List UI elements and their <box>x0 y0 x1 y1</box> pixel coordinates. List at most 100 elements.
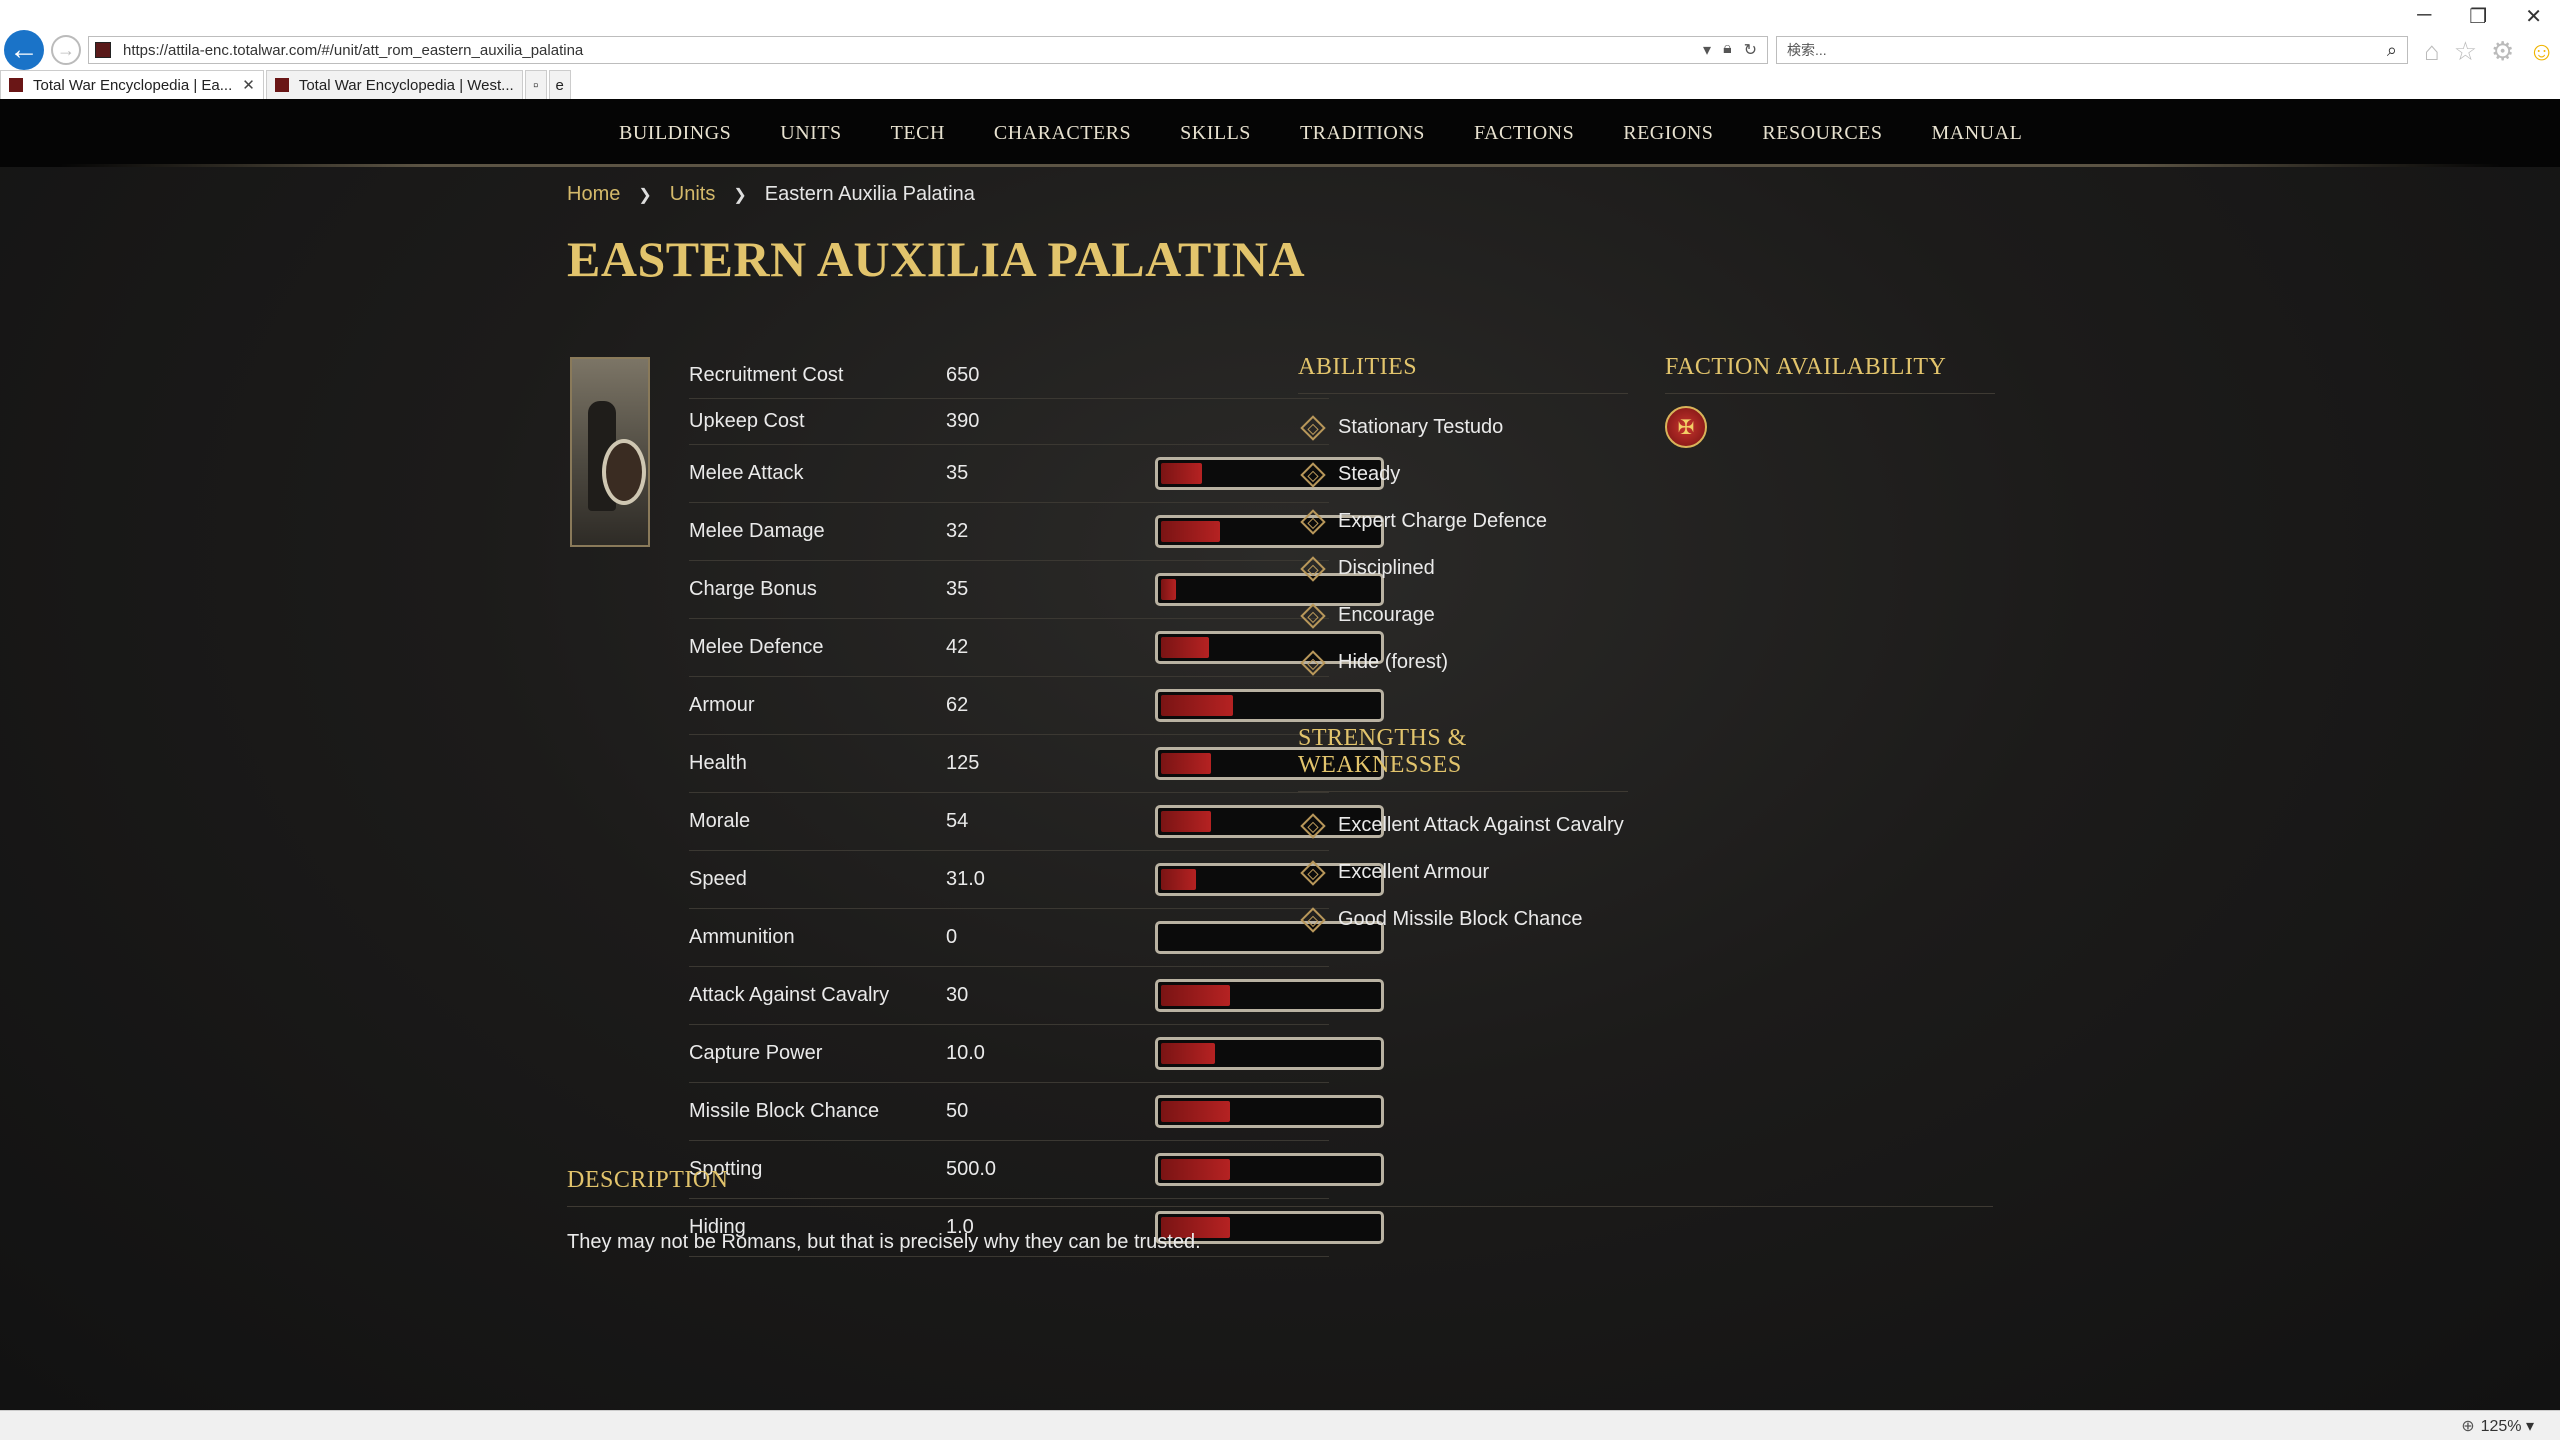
nav-tech[interactable]: TECH <box>891 122 945 145</box>
search-input[interactable]: 検索... ⌕ <box>1776 36 2408 64</box>
shield-icon <box>602 439 646 505</box>
tab-favicon-icon <box>9 78 23 92</box>
strengths-section: STRENGTHS & WEAKNESSES Excellent Attack … <box>1298 725 1628 943</box>
stat-name: Recruitment Cost <box>689 363 844 386</box>
window-controls: ─ ❐ ✕ <box>2417 4 2542 29</box>
nav-skills[interactable]: SKILLS <box>1180 122 1251 145</box>
nav-resources[interactable]: RESOURCES <box>1762 122 1882 145</box>
ability-item[interactable]: Disciplined <box>1298 545 1628 592</box>
ability-item[interactable]: Hide (forest) <box>1298 639 1628 686</box>
stat-row: Melee Attack 35 <box>689 445 1384 503</box>
tab-close-icon[interactable]: ✕ <box>242 76 255 94</box>
stat-name: Upkeep Cost <box>689 410 805 432</box>
item-label: Excellent Armour <box>1338 861 1490 883</box>
description-text: They may not be Romans, but that is prec… <box>567 1231 1201 1253</box>
stat-value: 125 <box>946 752 980 774</box>
stat-value: 31.0 <box>946 868 985 890</box>
address-bar[interactable]: https://attila-enc.totalwar.com/#/unit/a… <box>88 36 1768 64</box>
stat-name: Ammunition <box>689 926 795 948</box>
stat-bar <box>1155 1095 1384 1128</box>
nav-characters[interactable]: CHARACTERS <box>994 122 1131 145</box>
item-label: Disciplined <box>1338 557 1435 579</box>
stat-name: Charge Bonus <box>689 578 817 600</box>
settings-gear-icon[interactable]: ⚙ <box>2491 36 2514 67</box>
stat-row: Missile Block Chance 50 <box>689 1083 1384 1141</box>
item-label: Good Missile Block Chance <box>1338 908 1583 930</box>
item-label: Encourage <box>1338 604 1435 626</box>
ability-item[interactable]: Steady <box>1298 451 1628 498</box>
diamond-icon <box>1300 602 1326 629</box>
ability-item[interactable]: Expert Charge Defence <box>1298 498 1628 545</box>
stat-bar-fill <box>1161 521 1220 542</box>
browser-chrome: ─ ❐ ✕ ← → https://attila-enc.totalwar.co… <box>0 0 2560 99</box>
ability-item[interactable]: Encourage <box>1298 592 1628 639</box>
eastern-roman-empire-emblem-icon[interactable]: ✠ <box>1665 406 1707 448</box>
dropdown-icon[interactable]: ▾ <box>1703 40 1711 60</box>
stat-bar <box>1155 689 1384 722</box>
diamond-icon <box>1300 508 1326 535</box>
zoom-level[interactable]: ⊕ 125% ▾ <box>2461 1416 2534 1436</box>
home-icon[interactable]: ⌂ <box>2424 36 2440 67</box>
ability-item[interactable]: Stationary Testudo <box>1298 404 1628 451</box>
stat-row: Armour 62 <box>689 677 1384 735</box>
stat-value: 35 <box>946 578 969 600</box>
stat-row: Charge Bonus 35 <box>689 561 1384 619</box>
faction-availability-section: FACTION AVAILABILITY ✠ <box>1665 354 1995 448</box>
stat-value: 54 <box>946 810 969 832</box>
lock-icon[interactable]: 🔒︎ <box>1723 40 1732 60</box>
breadcrumb-home[interactable]: Home <box>567 183 620 206</box>
strength-item[interactable]: Excellent Attack Against Cavalry <box>1298 802 1628 849</box>
stat-name: Attack Against Cavalry <box>689 984 890 1006</box>
close-icon[interactable]: ✕ <box>2525 4 2542 29</box>
main-content: Home ❯ Units ❯ Eastern Auxilia Palatina … <box>567 167 1995 1257</box>
stat-row: Ammunition 0 <box>689 909 1384 967</box>
stat-row: Recruitment Cost 650 <box>689 352 1329 399</box>
nav-factions[interactable]: FACTIONS <box>1474 122 1574 145</box>
refresh-icon[interactable]: ↻ <box>1744 40 1757 60</box>
nav-units[interactable]: UNITS <box>780 122 841 145</box>
url-text[interactable]: https://attila-enc.totalwar.com/#/unit/a… <box>123 42 1703 59</box>
description-section: DESCRIPTION They may not be Romans, but … <box>567 1167 1993 1257</box>
favorites-star-icon[interactable]: ☆ <box>2454 36 2477 67</box>
main-nav: BUILDINGS UNITS TECH CHARACTERS SKILLS T… <box>0 99 2560 167</box>
chevron-right-icon: ❯ <box>638 186 652 204</box>
zoom-icon: ⊕ <box>2461 1418 2475 1435</box>
stat-row: Morale 54 <box>689 793 1384 851</box>
forward-button[interactable]: → <box>51 35 81 65</box>
divider <box>1665 393 1995 394</box>
abilities-section: ABILITIES Stationary Testudo Steady Expert… <box>1298 354 1628 686</box>
diamond-icon <box>1300 859 1326 886</box>
nav-manual[interactable]: MANUAL <box>1932 122 2023 145</box>
strength-item[interactable]: Good Missile Block Chance <box>1298 896 1628 943</box>
diamond-icon <box>1300 461 1326 488</box>
divider <box>567 1206 1993 1207</box>
tab-western[interactable]: Total War Encyclopedia | West... <box>265 70 523 99</box>
stat-bar-fill <box>1161 1101 1230 1122</box>
stat-bar-fill <box>1161 637 1209 658</box>
stat-name: Capture Power <box>689 1042 823 1064</box>
search-icon[interactable]: ⌕ <box>2387 40 2397 61</box>
nav-traditions[interactable]: TRADITIONS <box>1300 122 1425 145</box>
stat-value: 35 <box>946 462 969 484</box>
nav-buildings[interactable]: BUILDINGS <box>619 122 731 145</box>
stat-value: 32 <box>946 520 969 542</box>
feedback-smiley-icon[interactable]: ☺ <box>2528 36 2555 67</box>
minimize-icon[interactable]: ─ <box>2417 4 2431 29</box>
stat-name: Missile Block Chance <box>689 1100 880 1122</box>
stat-name: Melee Attack <box>689 462 804 484</box>
stat-value: 62 <box>946 694 969 716</box>
stat-value: 50 <box>946 1100 969 1122</box>
stat-name: Melee Defence <box>689 636 824 658</box>
stat-value: 30 <box>946 984 969 1006</box>
tab-eastern-auxilia[interactable]: Total War Encyclopedia | Ea... ✕ <box>0 70 264 99</box>
back-button[interactable]: ← <box>4 30 44 70</box>
strength-item[interactable]: Excellent Armour <box>1298 849 1628 896</box>
nav-regions[interactable]: REGIONS <box>1623 122 1713 145</box>
restore-icon[interactable]: ❐ <box>2469 4 2487 29</box>
ie-tab-icon[interactable]: e <box>548 70 571 99</box>
item-label: Expert Charge Defence <box>1338 510 1548 532</box>
stat-row: Attack Against Cavalry 30 <box>689 967 1384 1025</box>
diamond-icon <box>1300 906 1326 933</box>
new-tab-button[interactable]: ▫ <box>524 70 547 99</box>
breadcrumb-units[interactable]: Units <box>670 183 716 206</box>
